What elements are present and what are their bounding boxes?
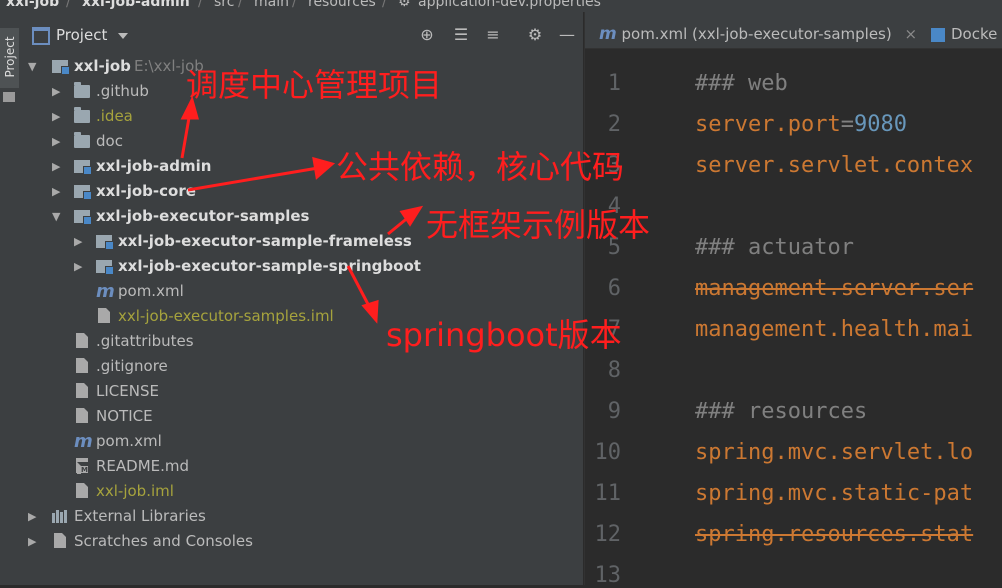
expand-all-icon[interactable]: ☰ (452, 26, 470, 44)
tool-window-stripe: Project (0, 12, 21, 585)
module-icon (74, 160, 92, 175)
tree-item-root-pom[interactable]: m pom.xml (20, 429, 583, 454)
gear-icon[interactable]: ⚙ (526, 26, 544, 44)
code-area[interactable]: ### web server.port=9080 server.servlet.… (695, 49, 1002, 585)
code-line: spring.resources.stat (695, 522, 974, 547)
editor-area: m pom.xml (xxl-job-executor-samples) × D… (584, 12, 1002, 588)
library-icon (52, 510, 68, 523)
tree-item-readme[interactable]: README.md (20, 454, 583, 479)
annotation-frameless: 无框架示例版本 (426, 206, 651, 244)
line-number: 6 (607, 276, 621, 301)
iml-file-icon (98, 308, 110, 323)
folder-icon (74, 82, 90, 98)
breadcrumb-item-root[interactable]: xxl-job (6, 0, 59, 9)
annotation-admin: 调度中心管理项目 (186, 66, 443, 104)
code-line: ### actuator (695, 235, 854, 260)
close-icon[interactable]: × (905, 25, 918, 43)
file-icon (76, 383, 88, 398)
hide-panel-icon[interactable]: — (558, 26, 576, 44)
breadcrumb-item-main[interactable]: main (254, 0, 289, 9)
tree-item-root-iml[interactable]: xxl-job.iml (20, 479, 583, 504)
module-icon (96, 235, 114, 250)
tree-item-license[interactable]: LICENSE (20, 379, 583, 404)
tree-item-gitignore[interactable]: .gitignore (20, 354, 583, 379)
file-icon (76, 358, 88, 373)
tree-item-notice[interactable]: NOTICE (20, 404, 583, 429)
line-number: 11 (594, 481, 622, 506)
code-line: server.servlet.contex (695, 153, 974, 178)
file-icon (76, 408, 88, 423)
tree-item-idea[interactable]: ▶ .idea (20, 104, 583, 129)
collapsed-chevron-icon[interactable]: ▶ (28, 529, 40, 554)
collapse-all-icon[interactable]: ≡ (484, 26, 502, 44)
collapsed-chevron-icon[interactable]: ▶ (74, 229, 86, 254)
scratches-icon (54, 533, 66, 548)
editor-tabs: m pom.xml (xxl-job-executor-samples) × D… (585, 12, 1002, 49)
markdown-icon (76, 458, 88, 474)
tree-item-scratches[interactable]: ▶ Scratches and Consoles (20, 529, 583, 554)
line-number: 2 (607, 112, 621, 137)
structure-tool-icon[interactable] (3, 92, 15, 102)
collapsed-chevron-icon[interactable]: ▶ (52, 104, 64, 129)
module-icon (96, 260, 114, 275)
folder-icon (74, 107, 90, 123)
panel-title[interactable]: Project (56, 22, 107, 48)
line-number: 12 (594, 522, 622, 547)
expanded-chevron-icon[interactable]: ▼ (28, 54, 40, 79)
code-line: management.server.ser (695, 276, 974, 301)
maven-icon: m (96, 281, 115, 302)
breadcrumb-item-admin[interactable]: xxl-job-admin (82, 0, 190, 9)
code-line: spring.mvc.static-pat (695, 481, 974, 506)
tree-item-external-libraries[interactable]: ▶ External Libraries (20, 504, 583, 529)
tree-item-samples-pom[interactable]: m pom.xml (20, 279, 583, 304)
settings-file-icon: ⚙ (398, 0, 411, 10)
annotation-springboot: springboot版本 (386, 316, 622, 354)
code-line: management.health.mai (695, 317, 974, 342)
folder-icon (74, 132, 90, 148)
maven-icon: m (599, 24, 617, 44)
project-view-icon (32, 27, 50, 45)
module-icon (52, 60, 70, 75)
breadcrumb-item-src[interactable]: src (214, 0, 234, 9)
collapsed-chevron-icon[interactable]: ▶ (28, 504, 40, 529)
locate-file-icon[interactable]: ⊕ (418, 26, 436, 44)
code-line: ### resources (695, 399, 868, 424)
iml-file-icon (76, 483, 88, 498)
collapsed-chevron-icon[interactable]: ▶ (52, 79, 64, 104)
docker-file-icon (931, 27, 945, 42)
module-icon (74, 210, 92, 225)
breadcrumb-item-resources[interactable]: resources (308, 0, 376, 9)
expanded-chevron-icon[interactable]: ▼ (52, 204, 64, 229)
breadcrumb-item-file[interactable]: application-dev.properties (418, 0, 601, 9)
file-icon (76, 333, 88, 348)
module-icon (74, 185, 92, 200)
collapsed-chevron-icon[interactable]: ▶ (52, 154, 64, 179)
code-line: ### web (695, 71, 788, 96)
code-line: server.port=9080 (695, 112, 907, 137)
project-tool-tab[interactable]: Project (0, 28, 19, 88)
code-line: spring.mvc.servlet.lo (695, 440, 974, 465)
chevron-down-icon[interactable] (118, 33, 128, 39)
tree-item-springboot[interactable]: ▶ xxl-job-executor-sample-springboot (20, 254, 583, 279)
tab-pom-xml[interactable]: m pom.xml (xxl-job-executor-samples) × (599, 20, 917, 48)
tab-dockerfile[interactable]: Docke (931, 20, 997, 48)
line-number: 10 (594, 440, 622, 465)
annotation-core: 公共依赖，核心代码 (336, 148, 625, 186)
line-number: 9 (607, 399, 621, 424)
collapsed-chevron-icon[interactable]: ▶ (74, 254, 86, 279)
maven-icon: m (74, 431, 93, 452)
collapsed-chevron-icon[interactable]: ▶ (52, 129, 64, 154)
line-number: 1 (607, 71, 621, 96)
collapsed-chevron-icon[interactable]: ▶ (52, 179, 64, 204)
line-number: 8 (607, 358, 621, 383)
line-number: 13 (594, 563, 622, 588)
